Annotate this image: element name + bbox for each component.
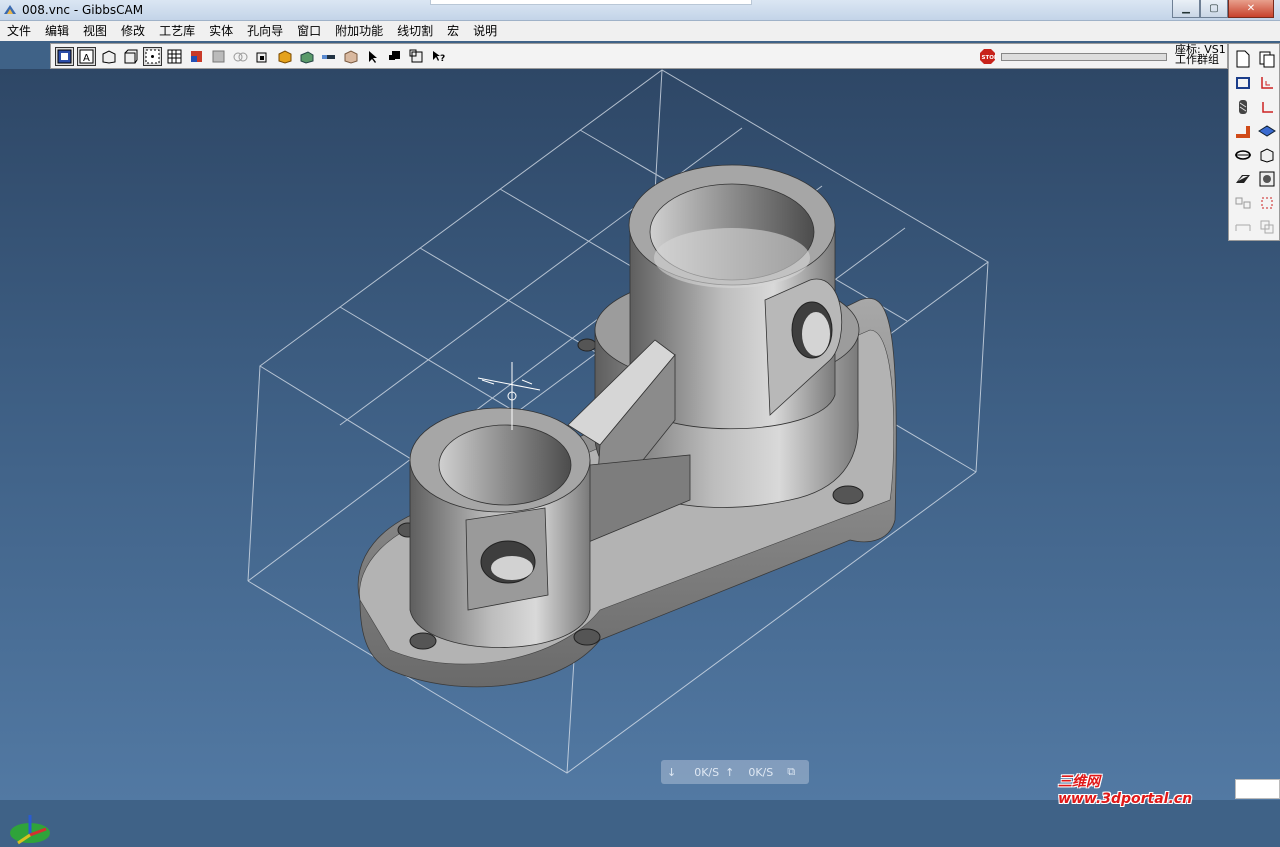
- coordinate-readout: 座标: VS1 工作群组: [1175, 44, 1226, 66]
- cube-icon[interactable]: [1256, 143, 1278, 167]
- svg-text:STOP: STOP: [982, 55, 997, 61]
- minimize-icon[interactable]: ▁: [1172, 0, 1200, 18]
- view-center-icon[interactable]: [143, 47, 162, 66]
- copy-doc-icon[interactable]: [1256, 47, 1278, 71]
- download-arrow-icon: ↓: [667, 765, 677, 779]
- small-boss: [409, 407, 591, 648]
- svg-text:A: A: [83, 53, 90, 64]
- download-rate: 0K/S: [694, 765, 720, 779]
- view-box-icon[interactable]: [121, 47, 140, 66]
- gibbscam-app-icon: [4, 5, 16, 14]
- stack-icon[interactable]: [341, 47, 360, 66]
- menu-plugins[interactable]: 附加功能: [328, 21, 390, 41]
- help-cursor-icon[interactable]: ?: [429, 47, 448, 66]
- surface-icon[interactable]: [1232, 167, 1254, 191]
- menu-window[interactable]: 窗口: [290, 21, 328, 41]
- flat-icon[interactable]: [1232, 215, 1254, 239]
- pipe-icon[interactable]: [1232, 119, 1254, 143]
- menu-file[interactable]: 文件: [0, 21, 38, 41]
- menu-macro[interactable]: 宏: [440, 21, 466, 41]
- view-iso-icon[interactable]: [99, 47, 118, 66]
- tool-palette: [1228, 43, 1280, 241]
- workgroup-label: 工作群组: [1175, 53, 1219, 66]
- maximize-icon[interactable]: ▢: [1200, 0, 1228, 18]
- solid-green-icon[interactable]: [297, 47, 316, 66]
- vnc-tab: [430, 0, 752, 5]
- cursor-dropdown-icon[interactable]: [385, 47, 404, 66]
- menu-solid[interactable]: 实体: [202, 21, 240, 41]
- window-title: 008.vnc - GibbsCAM: [22, 3, 144, 17]
- menu-hole-wizard[interactable]: 孔向导: [240, 21, 290, 41]
- plane-icon[interactable]: [1256, 119, 1278, 143]
- menu-wire-edm[interactable]: 线切割: [390, 21, 440, 41]
- menu-process-library[interactable]: 工艺库: [152, 21, 202, 41]
- shaded-cube-icon[interactable]: [1256, 167, 1278, 191]
- dim-icon[interactable]: [1256, 191, 1278, 215]
- box-dropdown-icon[interactable]: [407, 47, 426, 66]
- shade-gray-icon[interactable]: [209, 47, 228, 66]
- progress-bar: [1001, 53, 1167, 61]
- solid-yellow-icon[interactable]: [275, 47, 294, 66]
- menu-help[interactable]: 说明: [466, 21, 504, 41]
- axis-xy-icon[interactable]: [1256, 71, 1278, 95]
- watermark-box: [1234, 779, 1280, 799]
- viewport[interactable]: [0, 69, 1280, 845]
- copy-icon[interactable]: [1256, 215, 1278, 239]
- circle-pair-icon[interactable]: [231, 47, 250, 66]
- vnc-status-bar: ↓ 0K/S ↑ 0K/S ⧉: [661, 760, 809, 784]
- grid-icon[interactable]: [165, 47, 184, 66]
- axis-corner-icon[interactable]: [1256, 95, 1278, 119]
- new-doc-icon[interactable]: [1232, 47, 1254, 71]
- tool-bar-icon[interactable]: [319, 47, 338, 66]
- watermark-text: 三维网www.3dportal.cn: [1058, 774, 1193, 807]
- view-text-icon[interactable]: A: [77, 47, 96, 66]
- view-frame-icon[interactable]: [55, 47, 74, 66]
- mill-tool-icon[interactable]: [1232, 95, 1254, 119]
- menu-modify[interactable]: 修改: [114, 21, 152, 41]
- menu-edit[interactable]: 编辑: [38, 21, 76, 41]
- title-bar: 008.vnc - GibbsCAM ▁ ▢ ✕: [0, 0, 1280, 21]
- axis-triad-icon: [10, 815, 50, 845]
- svg-text:?: ?: [440, 54, 445, 64]
- watermark: 三维网www.3dportal.cn: [1058, 774, 1280, 807]
- shade-color-icon[interactable]: [187, 47, 206, 66]
- rect-select-icon[interactable]: [1232, 71, 1254, 95]
- menu-view[interactable]: 视图: [76, 21, 114, 41]
- lathe-icon[interactable]: [1232, 143, 1254, 167]
- stop-icon[interactable]: STOP: [979, 48, 996, 65]
- flip-icon[interactable]: [1232, 191, 1254, 215]
- upload-rate: 0K/S: [748, 765, 774, 779]
- menu-bar: 文件 编辑 视图 修改 工艺库 实体 孔向导 窗口 附加功能 线切割 宏 说明: [0, 21, 1280, 41]
- clipboard-icon[interactable]: ⧉: [787, 765, 795, 779]
- upload-arrow-icon: ↑: [725, 765, 735, 779]
- main-toolbar: A ? STOP 座标: VS1 工作群组: [50, 43, 1228, 69]
- close-icon[interactable]: ✕: [1228, 0, 1274, 18]
- solid-cube-icon[interactable]: [253, 47, 272, 66]
- cad-model: [247, 69, 989, 774]
- select-arrow-icon[interactable]: [363, 47, 382, 66]
